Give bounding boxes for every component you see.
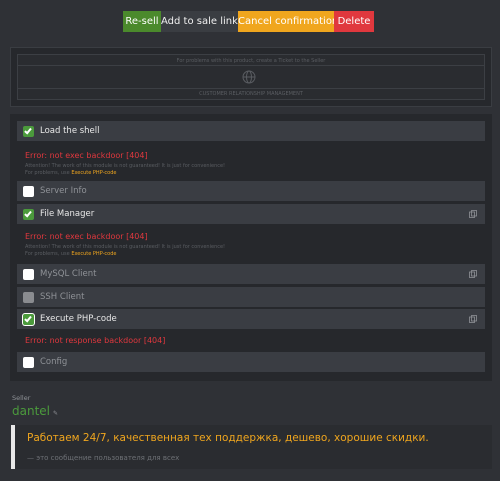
module-execute-php[interactable]: Execute PHP-code: [17, 309, 485, 329]
error-message: Error: not exec backdoor [404]: [25, 151, 148, 160]
seller-name[interactable]: dantel: [12, 404, 50, 418]
execute-php-checkbox[interactable]: [23, 313, 34, 325]
module-config[interactable]: Config: [17, 352, 485, 372]
execute-php-link[interactable]: Execute PHP-code: [71, 251, 116, 257]
ssh-client-checkbox: [23, 291, 34, 303]
ticket-hint: For problems with this product, create a…: [18, 56, 484, 66]
seller-message-caption: — это сообщение пользователя для всех: [27, 454, 180, 462]
action-bar: Re-sell Add to sale links Cancel confirm…: [123, 11, 374, 32]
copy-icon[interactable]: [469, 270, 477, 278]
module-mysql-client[interactable]: MySQL Client: [17, 264, 485, 284]
module-server-info[interactable]: Server Info: [17, 181, 485, 201]
copy-icon[interactable]: [469, 315, 477, 323]
error-message: Error: not response backdoor [404]: [25, 336, 166, 345]
module-load-shell[interactable]: Load the shell: [17, 121, 485, 141]
seller-heading: Seller: [12, 394, 31, 402]
load-shell-checkbox[interactable]: [23, 125, 34, 137]
config-checkbox[interactable]: [23, 356, 34, 368]
load-shell-label: Load the shell: [40, 126, 100, 136]
resell-button[interactable]: Re-sell: [123, 11, 161, 32]
ticket-panel: For problems with this product, create a…: [10, 47, 492, 107]
attention-note: Attention! The work of this module is no…: [25, 163, 226, 169]
seller-name-link[interactable]: dantel ✎: [12, 404, 58, 418]
server-info-label: Server Info: [40, 186, 87, 196]
copy-icon[interactable]: [469, 210, 477, 218]
delete-button[interactable]: Delete: [334, 11, 374, 32]
globe-icon: [242, 70, 256, 84]
cancel-confirmation-button[interactable]: Cancel confirmation: [238, 11, 338, 32]
file-manager-label: File Manager: [40, 209, 95, 219]
ticket-link[interactable]: For problems with this product, create a…: [17, 54, 485, 100]
execute-php-link[interactable]: Execute PHP-code: [71, 170, 116, 176]
config-label: Config: [40, 357, 68, 367]
ssh-client-label: SSH Client: [40, 292, 85, 302]
module-file-manager[interactable]: File Manager: [17, 204, 485, 224]
problems-note: For problems, use Execute PHP-code: [25, 251, 117, 257]
pencil-icon[interactable]: ✎: [53, 410, 58, 417]
crm-label: CUSTOMER RELATIONSHIP MANAGEMENT: [18, 88, 484, 98]
server-info-checkbox[interactable]: [23, 185, 34, 197]
mysql-client-label: MySQL Client: [40, 269, 97, 279]
file-manager-checkbox[interactable]: [23, 208, 34, 220]
error-message: Error: not exec backdoor [404]: [25, 232, 148, 241]
attention-note: Attention! The work of this module is no…: [25, 244, 226, 250]
module-ssh-client: SSH Client: [17, 287, 485, 307]
problems-note: For problems, use Execute PHP-code: [25, 170, 117, 176]
execute-php-label: Execute PHP-code: [40, 314, 117, 324]
modules-panel: Load the shell Error: not exec backdoor …: [10, 114, 492, 381]
mysql-client-checkbox[interactable]: [23, 268, 34, 280]
add-to-sale-links-button[interactable]: Add to sale links: [161, 11, 243, 32]
seller-message: Работаем 24/7, качественная тех поддержк…: [11, 425, 492, 469]
seller-message-text: Работаем 24/7, качественная тех поддержк…: [27, 432, 429, 444]
